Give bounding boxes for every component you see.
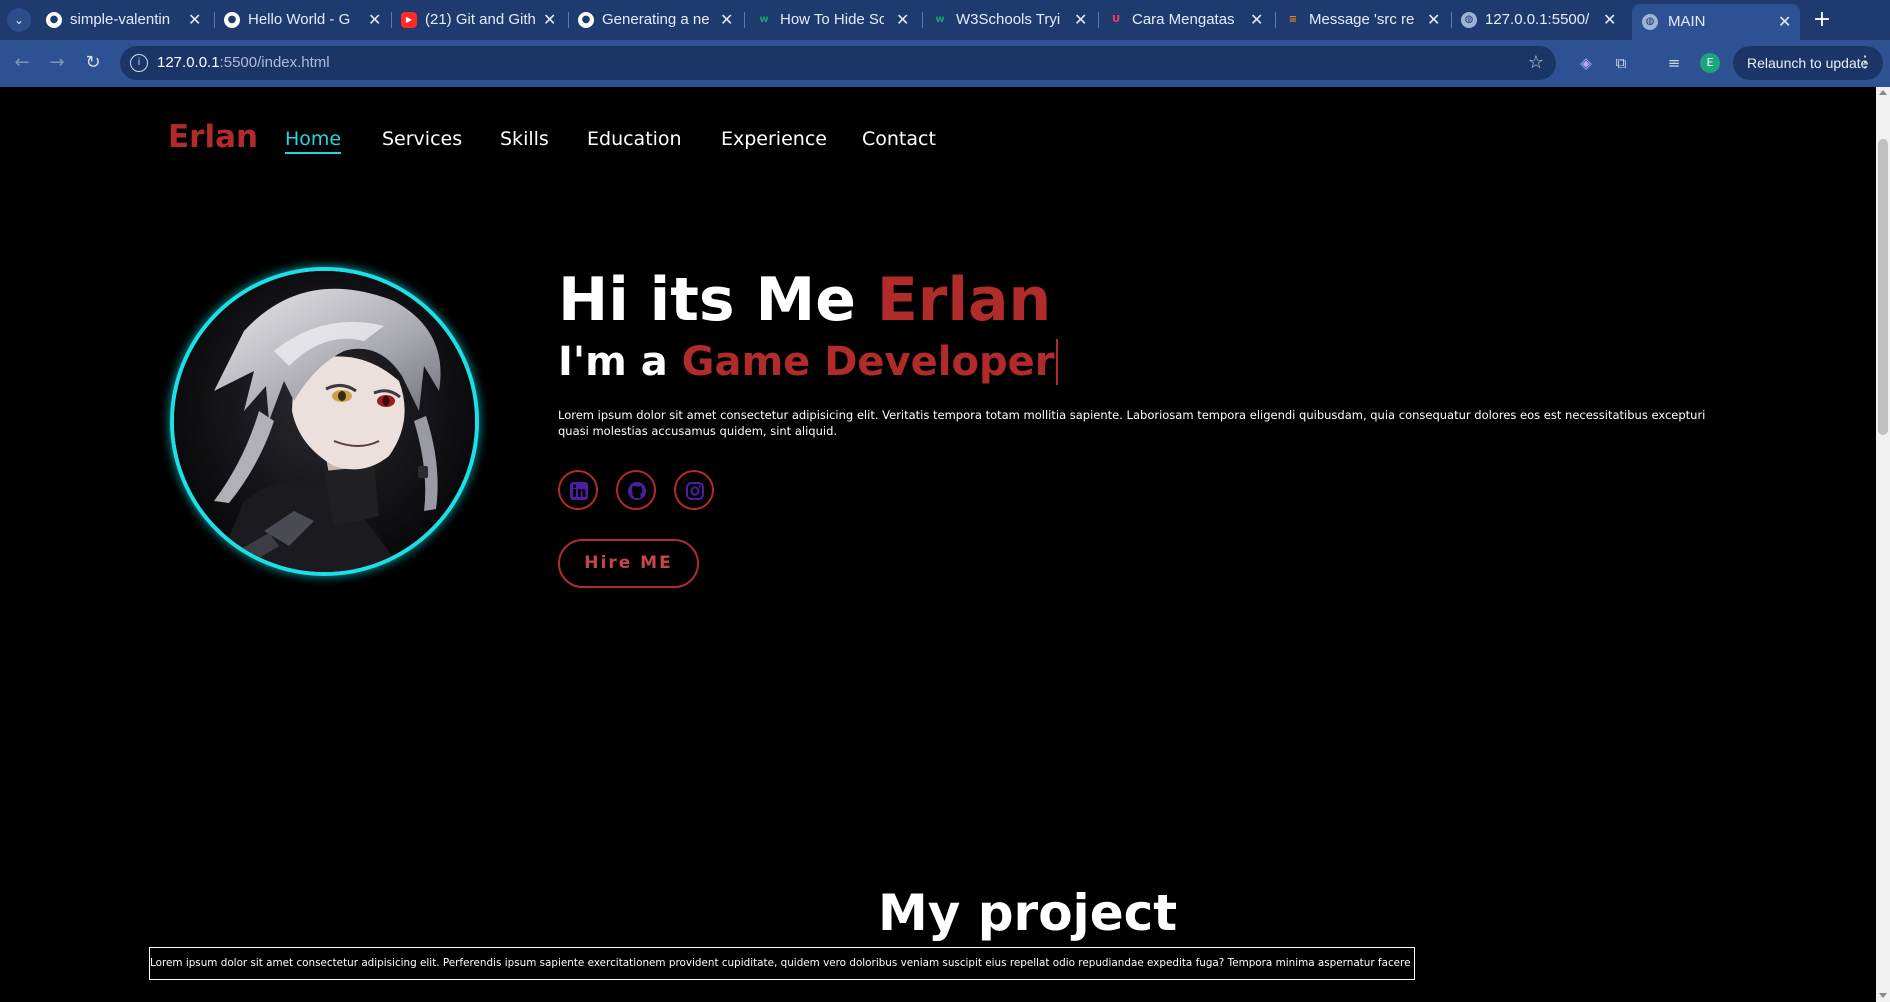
forward-icon[interactable]: →: [44, 50, 70, 76]
tab[interactable]: ≡ Message 'src re ✕: [1285, 5, 1445, 35]
close-tab-icon[interactable]: ✕: [188, 5, 201, 35]
reload-icon[interactable]: ↻: [80, 50, 106, 76]
tab-active[interactable]: ◍ MAIN ✕: [1632, 4, 1800, 40]
close-tab-icon[interactable]: ✕: [543, 5, 556, 35]
instagram-link[interactable]: [674, 470, 714, 510]
close-tab-icon[interactable]: ✕: [896, 5, 909, 35]
tab[interactable]: ● Generating a ne ✕: [578, 5, 738, 35]
nav-education[interactable]: Education: [587, 128, 682, 150]
projects-description: Lorem ipsum dolor sit amet consectetur a…: [149, 947, 1415, 980]
close-tab-icon[interactable]: ✕: [1603, 5, 1616, 35]
browser-toolbar: ← → ↻ i 127.0.0.1:5500/index.html ☆ ◈ ⧉ …: [0, 40, 1890, 87]
tab[interactable]: w How To Hide Sc ✕: [756, 5, 914, 35]
tab-search-icon[interactable]: ⌄: [7, 8, 31, 32]
tab-title: How To Hide Sc: [780, 11, 884, 28]
menu-dots-icon: ⋮: [1857, 54, 1873, 71]
back-icon[interactable]: ←: [9, 50, 35, 76]
page-viewport: Erlan Home Services Skills Education Exp…: [0, 87, 1876, 1002]
tab[interactable]: ◍ 127.0.0.1:5500/ ✕: [1461, 5, 1621, 35]
globe-icon: ◍: [1461, 12, 1477, 28]
profile-illustration: [174, 271, 475, 572]
tab-title: 127.0.0.1:5500/: [1485, 11, 1590, 28]
tab-title: W3Schools Tryi: [956, 11, 1061, 28]
projects-title: My project: [878, 884, 1178, 942]
tab-strip: ⌄ ● simple-valentin ✕ ● Hello World - G …: [0, 0, 1890, 40]
close-tab-icon[interactable]: ✕: [1427, 5, 1440, 35]
hero-title: Hi its Me Erlan: [558, 265, 1052, 335]
tab[interactable]: ● simple-valentin ✕: [46, 5, 204, 35]
relaunch-button[interactable]: Relaunch to update ⋮: [1733, 46, 1883, 80]
scroll-down-arrow[interactable]: [1879, 993, 1887, 998]
nav-skills[interactable]: Skills: [500, 128, 549, 150]
tab-title: Hello World - G: [248, 11, 351, 28]
nav-services[interactable]: Services: [382, 128, 462, 150]
typed-role: Game Developer: [681, 339, 1059, 385]
close-tab-icon[interactable]: ✕: [720, 5, 733, 35]
instagram-icon: [686, 482, 704, 500]
youtube-icon: ▶: [401, 12, 417, 28]
github-icon: [628, 482, 646, 500]
extension-icon[interactable]: ◈: [1575, 52, 1597, 74]
nav-home[interactable]: Home: [285, 128, 342, 154]
github-icon: ●: [578, 12, 594, 28]
scroll-up-arrow[interactable]: [1879, 90, 1887, 95]
w3schools-icon: w: [935, 14, 945, 25]
site-info-icon[interactable]: i: [130, 54, 148, 72]
github-icon: ●: [224, 12, 240, 28]
browser-chrome: ⌄ ● simple-valentin ✕ ● Hello World - G …: [0, 0, 1890, 87]
close-tab-icon[interactable]: ✕: [1250, 5, 1263, 35]
nav-contact[interactable]: Contact: [862, 128, 936, 150]
media-control-icon[interactable]: ≡: [1663, 52, 1685, 74]
w3schools-icon: w: [759, 14, 769, 25]
relaunch-label: Relaunch to update: [1747, 55, 1869, 71]
linkedin-icon: [570, 482, 588, 500]
profile-avatar[interactable]: E: [1700, 53, 1720, 73]
tab-title: MAIN: [1668, 13, 1706, 30]
tab-title: simple-valentin: [70, 11, 171, 28]
tab[interactable]: w W3Schools Tryi ✕: [932, 5, 1090, 35]
tab[interactable]: ● Hello World - G ✕: [224, 5, 390, 35]
close-tab-icon[interactable]: ✕: [1778, 4, 1791, 40]
github-icon: ●: [46, 12, 62, 28]
tab-title: Cara Mengatas: [1132, 11, 1235, 28]
scroll-thumb[interactable]: [1878, 139, 1888, 435]
bookmark-star-icon[interactable]: ☆: [1528, 46, 1544, 80]
linkedin-link[interactable]: [558, 470, 598, 510]
github-link[interactable]: [616, 470, 656, 510]
address-bar[interactable]: i 127.0.0.1:5500/index.html ☆: [120, 46, 1556, 80]
tab[interactable]: ▶ (21) Git and Gith ✕: [401, 5, 561, 35]
brand-logo[interactable]: Erlan: [168, 119, 258, 155]
tab-title: Generating a ne: [602, 11, 710, 28]
close-tab-icon[interactable]: ✕: [1074, 5, 1087, 35]
close-tab-icon[interactable]: ✕: [368, 5, 381, 35]
tab-title: (21) Git and Gith: [425, 11, 536, 28]
globe-icon: ◍: [1642, 14, 1658, 30]
magnet-icon: U: [1111, 14, 1121, 25]
tab[interactable]: U Cara Mengatas ✕: [1108, 5, 1268, 35]
profile-image: [170, 267, 479, 576]
hire-me-button[interactable]: Hire ME: [558, 539, 699, 588]
tab-title: Message 'src re: [1309, 11, 1415, 28]
new-tab-button[interactable]: +: [1810, 6, 1834, 34]
extensions-puzzle-icon[interactable]: ⧉: [1610, 52, 1632, 74]
hero-subtitle: I'm a Game Developer: [558, 339, 1059, 385]
page-scrollbar[interactable]: [1876, 87, 1890, 1002]
hero-description: Lorem ipsum dolor sit amet consectetur a…: [558, 408, 1706, 438]
stackoverflow-icon: ≡: [1288, 14, 1298, 25]
nav-experience[interactable]: Experience: [721, 128, 827, 150]
url-text[interactable]: 127.0.0.1:5500/index.html: [157, 46, 330, 80]
